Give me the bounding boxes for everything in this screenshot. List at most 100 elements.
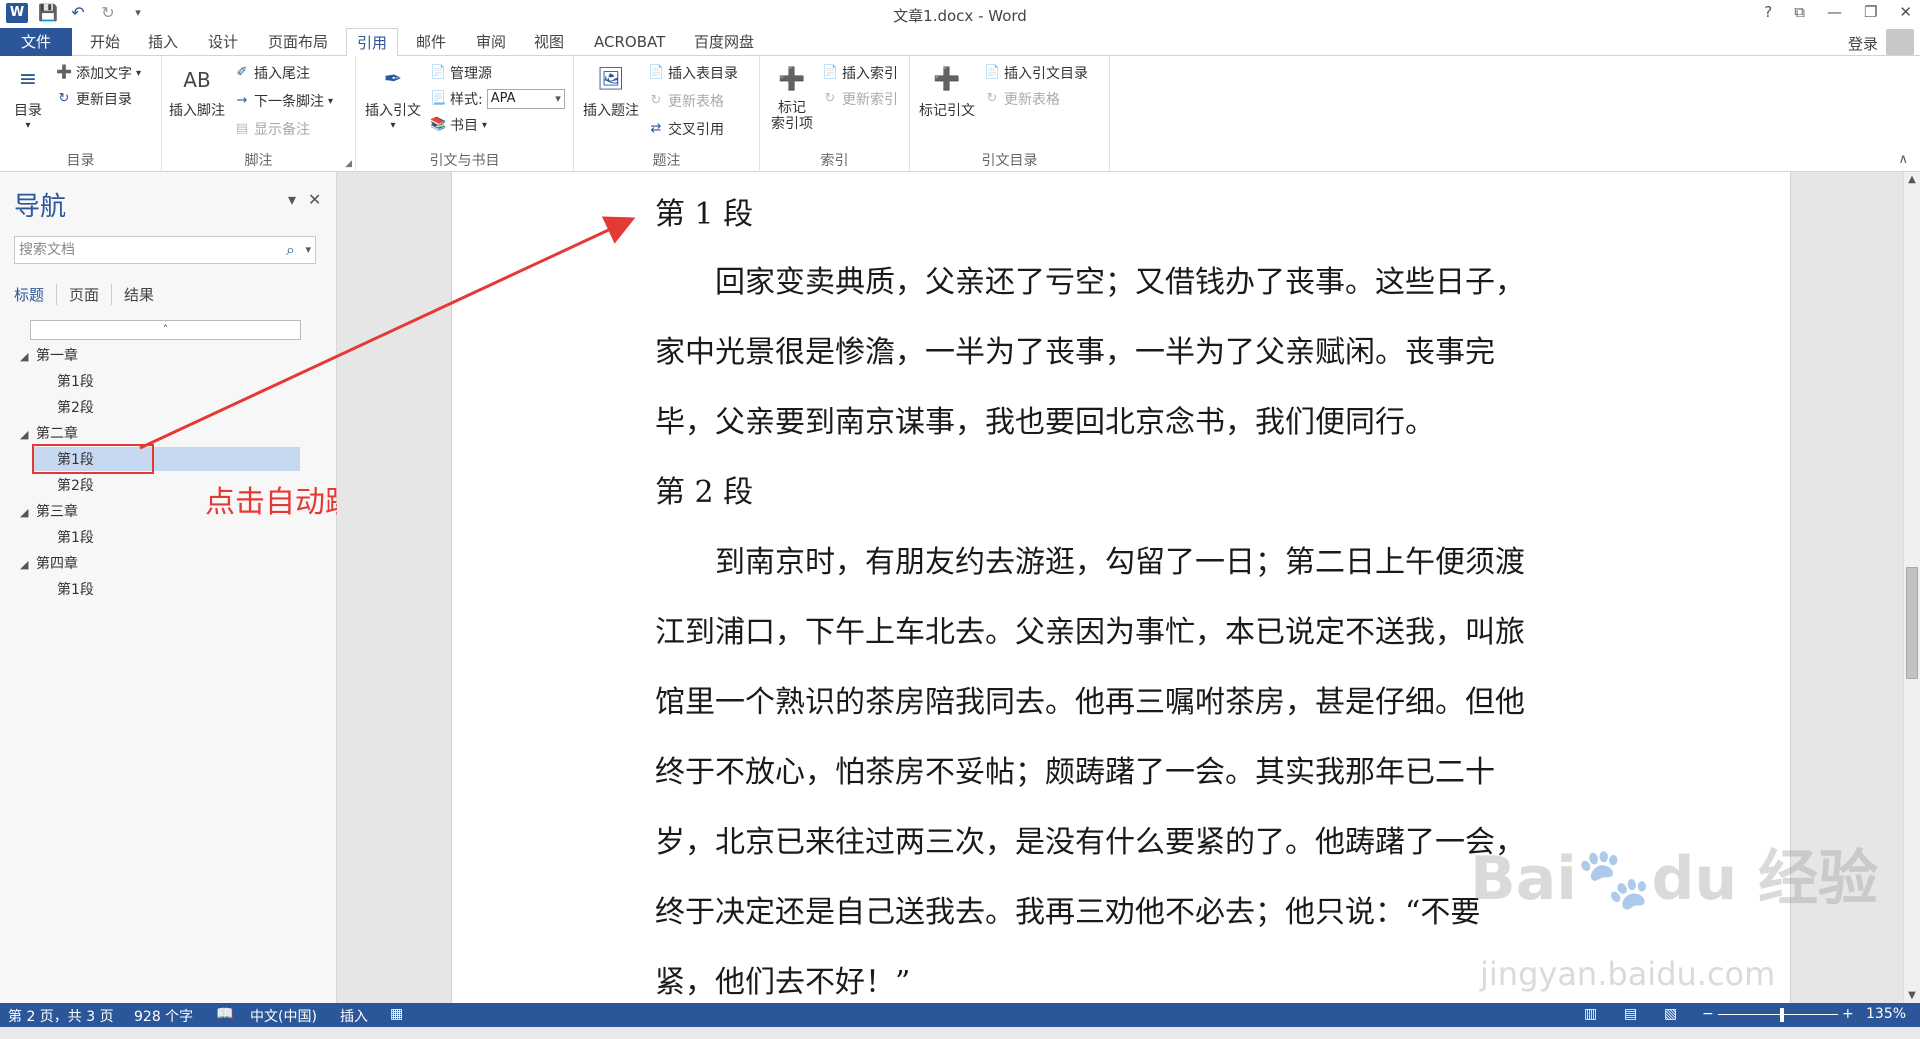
minimize-icon[interactable]: — <box>1827 3 1842 21</box>
nav-close-icon[interactable]: ✕ <box>308 190 321 209</box>
insert-citation-button[interactable]: ✒ 插入引文 ▾ <box>360 62 426 131</box>
heading-section-2: 第 2 段 <box>655 475 754 510</box>
cross-reference-button[interactable]: ⇄ 交叉引用 <box>648 118 724 140</box>
print-layout-icon[interactable]: ▤ <box>1624 1006 1637 1022</box>
insert-footnote-button[interactable]: AB 插入脚注 <box>166 62 228 120</box>
nav-tab-headings[interactable]: 标题 <box>14 284 58 305</box>
close-icon[interactable]: ✕ <box>1899 3 1912 21</box>
bibliography-button[interactable]: 📚 书目 ▾ <box>430 114 487 136</box>
tree-item-chapter-2[interactable]: ◢ 第二章 <box>20 423 78 443</box>
zoom-level[interactable]: 135% <box>1866 1006 1906 1022</box>
insert-index-label: 插入索引 <box>842 66 898 82</box>
tab-layout[interactable]: 页面布局 <box>258 28 338 56</box>
collapse-triangle-icon[interactable]: ◢ <box>20 506 36 519</box>
tree-item-ch1-sec2[interactable]: 第2段 <box>57 397 94 417</box>
help-icon[interactable]: ? <box>1764 3 1772 21</box>
tree-item-ch2-sec2[interactable]: 第2段 <box>57 475 94 495</box>
zoom-slider-track[interactable] <box>1718 1014 1838 1015</box>
login-link[interactable]: 登录 <box>1848 33 1878 54</box>
insert-mode[interactable]: 插入 <box>340 1006 368 1026</box>
next-footnote-button[interactable]: → 下一条脚注 ▾ <box>234 90 333 112</box>
update-index-button[interactable]: ↻ 更新索引 <box>822 88 898 110</box>
add-text-button[interactable]: ➕ 添加文字 ▾ <box>56 62 141 84</box>
navigation-pane: 导航 ▾ ✕ 搜索文档 ⌕ ▾ 标题 页面 结果 ˄ <box>0 172 337 1003</box>
update-toa-button[interactable]: ↻ 更新表格 <box>984 88 1060 110</box>
insert-index-button[interactable]: 📄 插入索引 <box>822 62 898 84</box>
tab-insert[interactable]: 插入 <box>138 28 188 56</box>
dialog-launcher-icon[interactable]: ◢ <box>345 159 352 169</box>
collapse-triangle-icon[interactable]: ◢ <box>20 428 36 441</box>
tab-home[interactable]: 开始 <box>80 28 130 56</box>
manage-sources-button[interactable]: 📄 管理源 <box>430 62 492 84</box>
window-title: 文章1.docx - Word <box>893 7 1027 25</box>
search-dropdown-icon[interactable]: ▾ <box>305 237 311 263</box>
tab-references[interactable]: 引用 <box>346 28 399 57</box>
update-toc-button[interactable]: ↻ 更新目录 <box>56 88 132 110</box>
insert-toa-label: 插入引文目录 <box>1004 66 1088 82</box>
insert-table-of-figures-label: 插入表目录 <box>668 66 738 82</box>
search-input[interactable]: 搜索文档 ⌕ ▾ <box>14 236 316 264</box>
tab-acrobat[interactable]: ACROBAT <box>584 28 675 56</box>
tab-view[interactable]: 视图 <box>524 28 574 56</box>
insert-citation-label: 插入引文 <box>365 103 421 119</box>
collapse-ribbon-icon[interactable]: ∧ <box>1898 152 1908 167</box>
body-line: 馆里一个熟识的茶房陪我同去。他再三嘱咐茶房，甚是仔细。但他 <box>655 685 1525 720</box>
proofing-icon[interactable]: 📖 <box>216 1006 233 1022</box>
zoom-slider-thumb[interactable] <box>1780 1008 1784 1022</box>
tree-item-chapter-3[interactable]: ◢ 第三章 <box>20 501 78 521</box>
nav-options-icon[interactable]: ▾ <box>288 190 296 209</box>
search-icon[interactable]: ⌕ <box>286 237 295 263</box>
tab-baidu-netdisk[interactable]: 百度网盘 <box>684 28 764 56</box>
search-placeholder: 搜索文档 <box>19 242 75 258</box>
page-count[interactable]: 第 2 页，共 3 页 <box>8 1006 114 1026</box>
show-notes-button[interactable]: ▤ 显示备注 <box>234 118 310 140</box>
scrollbar-thumb[interactable] <box>1906 567 1918 679</box>
update-table-button[interactable]: ↻ 更新表格 <box>648 90 724 112</box>
collapse-triangle-icon[interactable]: ◢ <box>20 558 36 571</box>
zoom-in-icon[interactable]: + <box>1842 1006 1854 1022</box>
collapse-triangle-icon[interactable]: ◢ <box>20 350 36 363</box>
nav-scroll-up-button[interactable]: ˄ <box>30 320 301 340</box>
insert-table-of-figures-button[interactable]: 📄 插入表目录 <box>648 62 738 84</box>
cross-reference-icon: ⇄ <box>650 121 662 136</box>
tab-design[interactable]: 设计 <box>198 28 248 56</box>
insert-endnote-button[interactable]: ✐ 插入尾注 <box>234 62 310 84</box>
web-layout-icon[interactable]: ▧ <box>1664 1006 1677 1022</box>
mark-citation-button[interactable]: ➕ 标记引文 <box>914 62 980 120</box>
status-bar: 第 2 页，共 3 页 928 个字 📖 中文(中国) 插入 ▦ ▥ ▤ ▧ −… <box>0 1003 1920 1027</box>
body-line: 家中光景很是惨澹，一半为了丧事，一半为了父亲赋闲。丧事完 <box>655 335 1495 370</box>
cross-reference-label: 交叉引用 <box>668 122 724 138</box>
tab-review[interactable]: 审阅 <box>466 28 516 56</box>
zoom-out-icon[interactable]: − <box>1702 1006 1714 1022</box>
scroll-up-icon[interactable]: ▲ <box>1904 174 1920 185</box>
ribbon-display-icon[interactable]: ⧉ <box>1794 3 1805 21</box>
insert-toa-button[interactable]: 📄 插入引文目录 <box>984 62 1088 84</box>
word-count[interactable]: 928 个字 <box>134 1006 193 1026</box>
style-select[interactable]: APA <box>486 89 565 109</box>
footnote-icon: AB <box>183 68 211 92</box>
read-mode-icon[interactable]: ▥ <box>1584 1006 1597 1022</box>
tree-item-ch4-sec1[interactable]: 第1段 <box>57 579 94 599</box>
language[interactable]: 中文(中国) <box>250 1006 317 1026</box>
avatar[interactable] <box>1886 29 1914 55</box>
nav-tab-results[interactable]: 结果 <box>124 284 166 305</box>
tree-item-ch3-sec1[interactable]: 第1段 <box>57 527 94 547</box>
scroll-down-icon[interactable]: ▼ <box>1904 990 1920 1001</box>
nav-tab-pages[interactable]: 页面 <box>69 284 113 305</box>
add-text-icon: ➕ <box>56 65 73 80</box>
baidu-watermark: Bai🐾du 经验 <box>1470 844 1879 914</box>
vertical-scrollbar[interactable]: ▲ ▼ <box>1903 172 1920 1003</box>
macro-icon[interactable]: ▦ <box>390 1006 403 1022</box>
insert-caption-button[interactable]: 🖼 插入题注 <box>578 62 644 120</box>
tab-mailings[interactable]: 邮件 <box>406 28 456 56</box>
tree-item-chapter-1[interactable]: ◢ 第一章 <box>20 345 78 365</box>
tree-item-chapter-4[interactable]: ◢ 第四章 <box>20 553 78 573</box>
body-line: 到南京时，有朋友约去游逛，勾留了一日；第二日上午便须渡 <box>655 545 1525 580</box>
update-toc-label: 更新目录 <box>76 92 132 108</box>
tree-item-ch1-sec1[interactable]: 第1段 <box>57 371 94 391</box>
toc-button[interactable]: ≡ 目录 ▾ <box>6 62 50 131</box>
restore-icon[interactable]: ❐ <box>1864 3 1877 21</box>
mark-entry-button[interactable]: ➕ 标记 索引项 <box>764 62 820 132</box>
tab-file[interactable]: 文件 <box>0 28 72 56</box>
nav-tabs: 标题 页面 结果 <box>14 284 178 305</box>
